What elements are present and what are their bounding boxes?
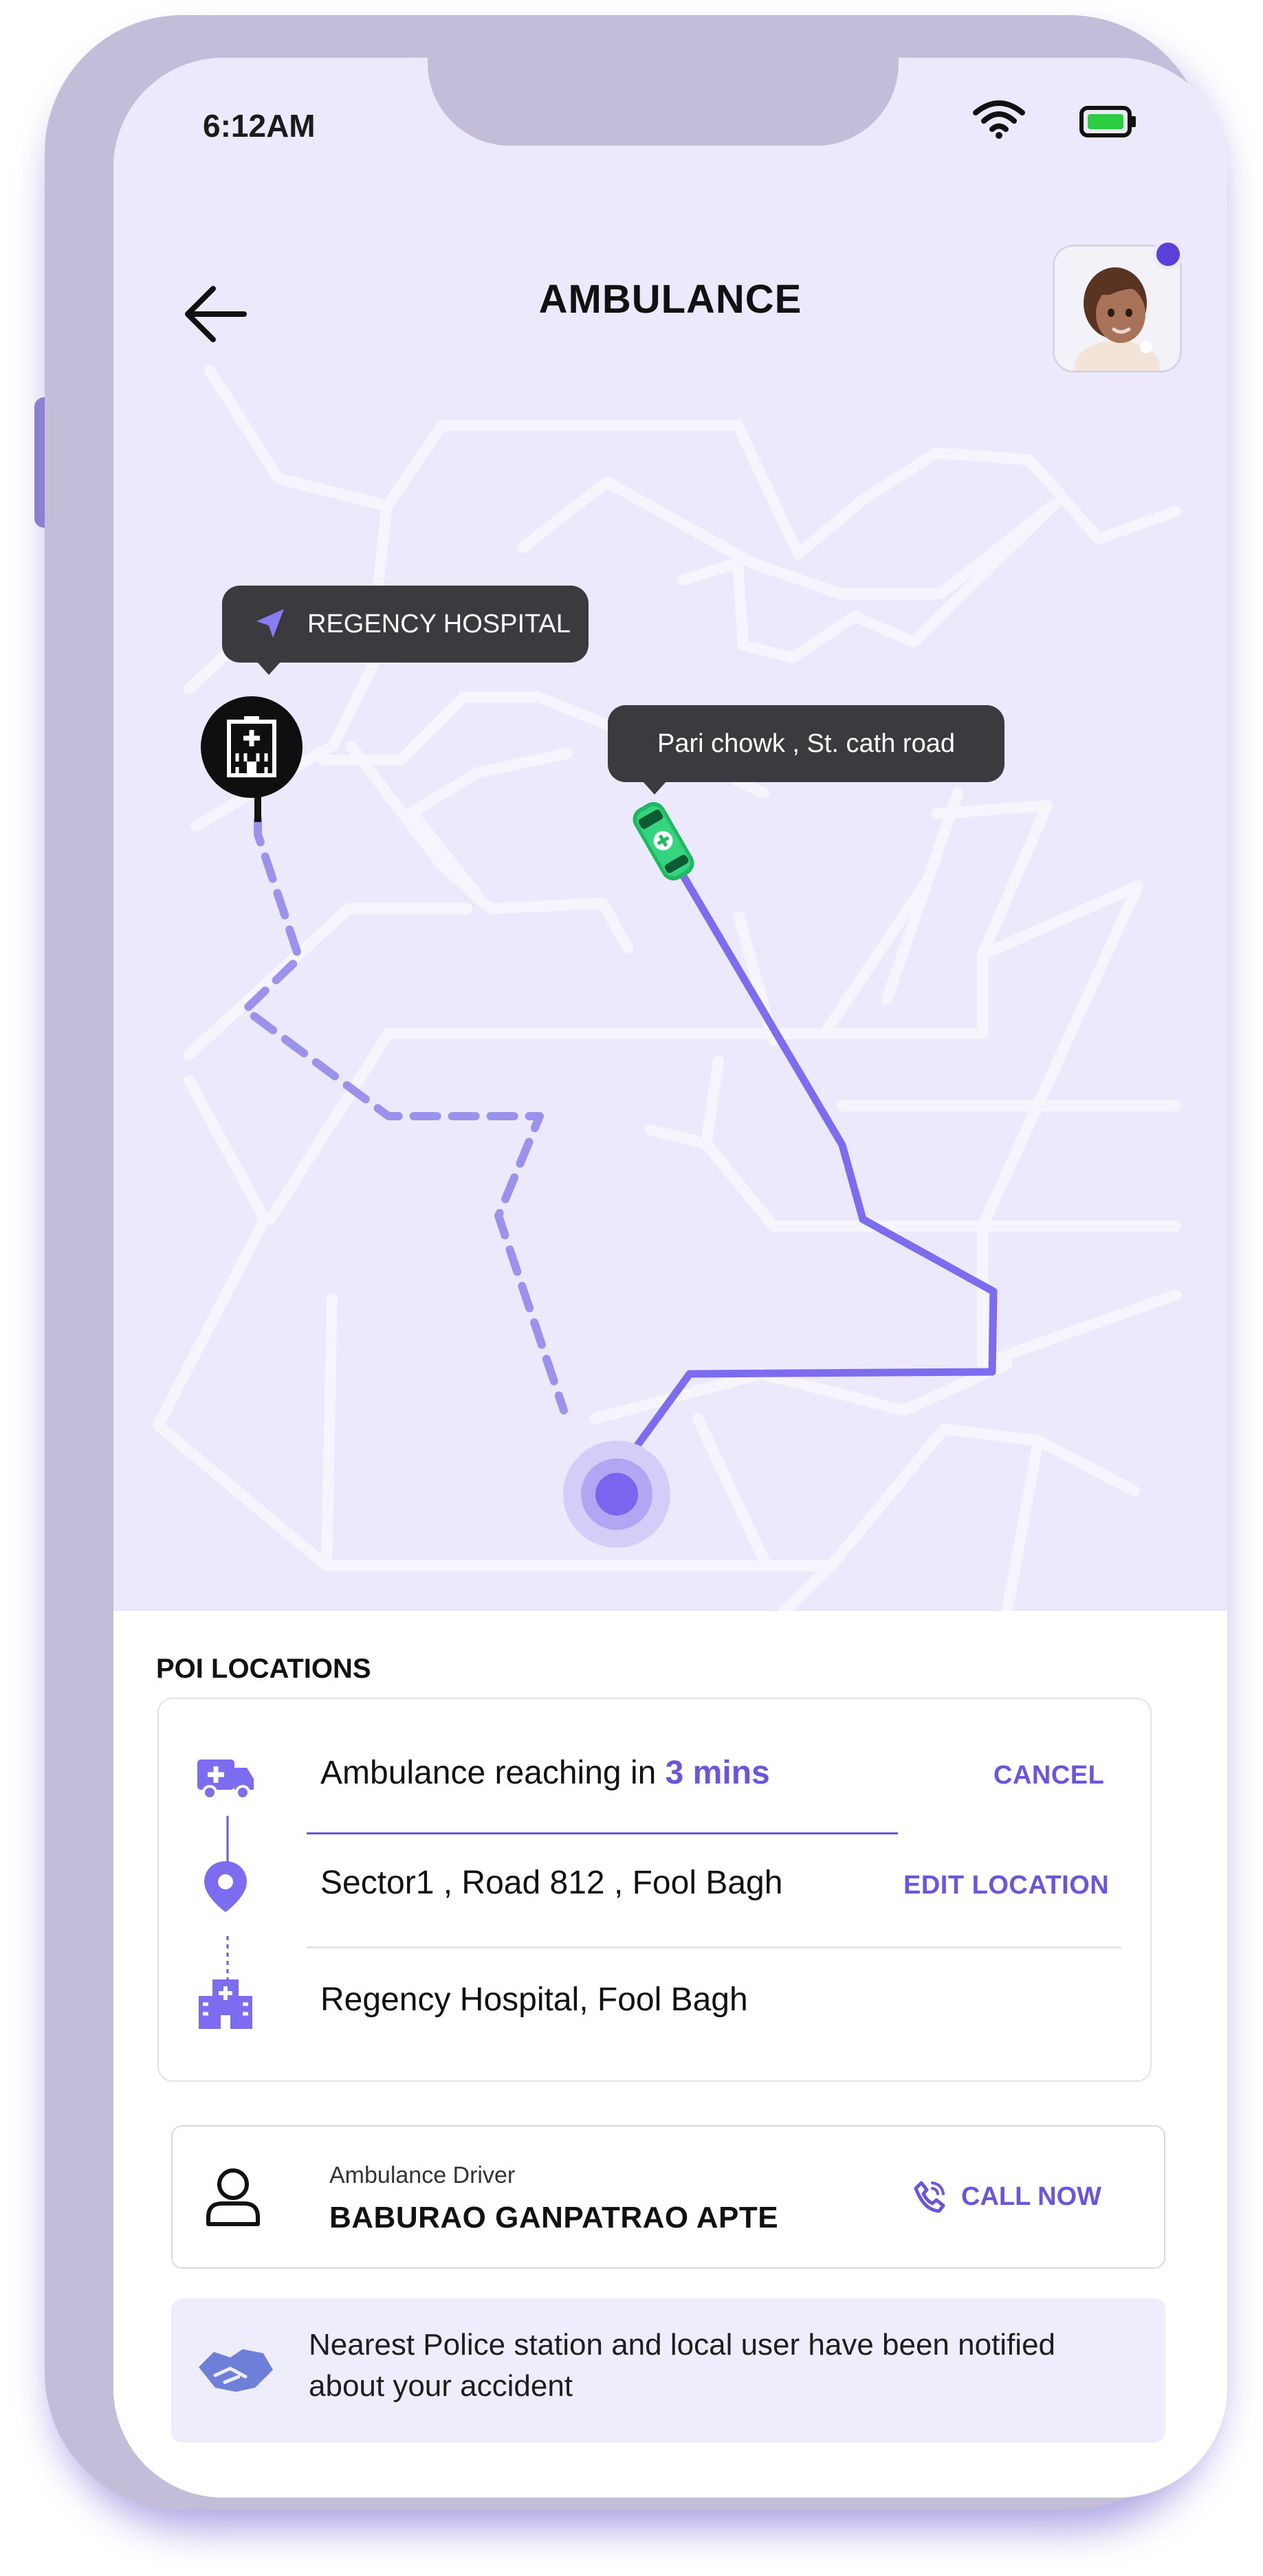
cancel-button[interactable]: CANCEL	[993, 1761, 1104, 1790]
location-dot-icon	[595, 1473, 638, 1515]
phone-frame: 6:12AM AMBULANCE REGENCY HOSPITAL Pari c…	[45, 15, 1227, 2510]
suggested-route	[241, 815, 568, 1414]
call-now-label: CALL NOW	[961, 2181, 1102, 2211]
edit-location-button[interactable]: EDIT LOCATION	[903, 1871, 1109, 1900]
handshake-icon	[199, 2349, 273, 2392]
call-now-button[interactable]: CALL NOW	[912, 2179, 1101, 2214]
notice-text: Nearest Police station and local user ha…	[309, 2328, 1056, 2403]
section-title: POI LOCATIONS	[156, 1654, 371, 1684]
ambulance-route[interactable]	[613, 847, 998, 1478]
poi-row-pickup: Sector1 , Road 812 , Fool Bagh EDIT LOCA…	[159, 1843, 1150, 1933]
ambulance-car-icon[interactable]	[622, 797, 705, 886]
notice-banner: Nearest Police station and local user ha…	[171, 2298, 1165, 2443]
driver-label: Ambulance Driver	[329, 2162, 516, 2188]
navigation-arrow-icon	[256, 609, 284, 638]
driver-card: Ambulance Driver BABURAO GANPATRAO APTE …	[171, 2125, 1165, 2269]
poi-eta-prefix: Ambulance reaching in	[320, 1755, 666, 1791]
progress-divider	[307, 1832, 898, 1834]
row-divider	[307, 1946, 1121, 1948]
poi-row-ambulance: Ambulance reaching in 3 mins CANCEL	[159, 1726, 1150, 1816]
hospital-marker-icon[interactable]	[200, 696, 303, 799]
poi-eta-text: Ambulance reaching in 3 mins	[320, 1754, 770, 1792]
user-icon	[206, 2168, 260, 2226]
ambulance-tooltip: Pari chowk , St. cath road	[608, 705, 1004, 795]
ambulance-tooltip-label: Pari chowk , St. cath road	[657, 729, 955, 758]
pickup-location-text: Sector1 , Road 812 , Fool Bagh	[320, 1865, 783, 1901]
poi-card: Ambulance reaching in 3 mins CANCEL Sect…	[157, 1698, 1152, 2082]
hospital-tooltip: REGENCY HOSPITAL	[222, 586, 589, 675]
poi-eta-highlight: 3 mins	[665, 1755, 770, 1791]
destination-text: Regency Hospital, Fool Bagh	[320, 1981, 748, 2018]
hospital-tooltip-label: REGENCY HOSPITAL	[307, 609, 571, 639]
poi-row-hospital: Regency Hospital, Fool Bagh	[159, 1960, 1150, 2050]
map-pin-icon	[204, 1861, 247, 1912]
map-view[interactable]: 6:12AM AMBULANCE REGENCY HOSPITAL Pari c…	[113, 58, 1227, 1611]
bottom-sheet: POI LOCATIONS Ambulance reaching in 3 mi…	[113, 1611, 1227, 2498]
app-screen: 6:12AM AMBULANCE REGENCY HOSPITAL Pari c…	[113, 58, 1227, 2498]
phone-call-icon	[914, 2181, 945, 2213]
ambulance-icon	[197, 1759, 254, 1800]
hospital-building-icon	[199, 1979, 252, 2029]
driver-name: BABURAO GANPATRAO APTE	[329, 2201, 779, 2234]
